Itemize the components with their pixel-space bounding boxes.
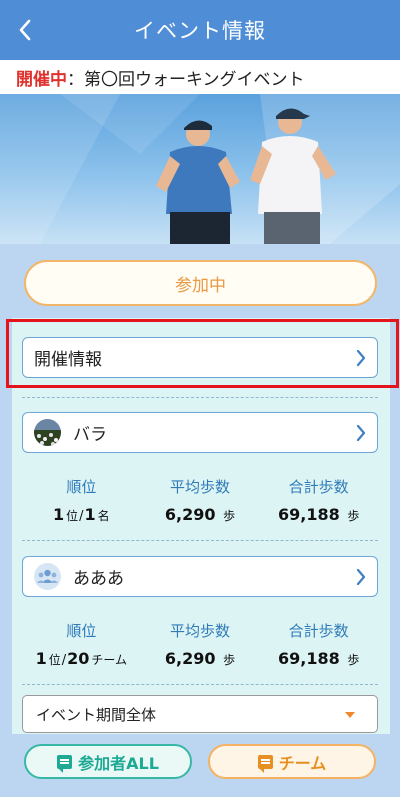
total-steps-value: 69,188 — [278, 505, 340, 524]
participants-all-button[interactable]: 参加者ALL — [24, 744, 192, 779]
rank-separator: / — [61, 653, 67, 668]
rank-total-unit: 名 — [97, 509, 110, 523]
rank-unit: 位 — [48, 653, 61, 667]
personal-total-steps: 合計歩数 69,188 歩 — [259, 476, 378, 524]
chat-icon — [257, 754, 273, 773]
rank-total: 1 — [84, 505, 96, 524]
app-header: イベント情報 — [0, 0, 400, 60]
personal-stats: 順位 1 位/1 名 平均歩数 6,290 歩 合計歩数 69,188 歩 — [22, 476, 378, 524]
total-steps-label: 合計歩数 — [288, 622, 349, 640]
steps-unit: 歩 — [223, 509, 236, 523]
team-button-label: チーム — [278, 753, 327, 773]
back-button[interactable] — [10, 12, 40, 48]
divider — [22, 540, 378, 541]
average-steps-value: 6,290 — [164, 649, 216, 668]
chevron-left-icon — [19, 19, 31, 41]
team-ranking-button[interactable]: あああ — [22, 556, 378, 597]
selection-highlight — [6, 319, 399, 388]
personal-rank: 順位 1 位/1 名 — [22, 476, 141, 524]
team-button[interactable]: チーム — [208, 744, 376, 779]
personal-average-steps: 平均歩数 6,290 歩 — [141, 476, 260, 524]
team-total-steps: 合計歩数 69,188 歩 — [259, 620, 378, 668]
team-rank: 順位 1 位/20 チーム — [22, 620, 141, 668]
join-status-button[interactable]: 参加中 — [24, 260, 377, 306]
event-hero-image — [0, 94, 400, 244]
event-title-bar: 開催中 ： 第〇回ウォーキングイベント — [0, 60, 400, 94]
steps-unit: 歩 — [347, 509, 360, 523]
chevron-right-icon — [356, 568, 366, 586]
participants-all-label: 参加者ALL — [78, 753, 159, 773]
chevron-right-icon — [356, 424, 366, 442]
flower-field-avatar — [34, 419, 61, 446]
bottom-bar: 参加者ALL チーム — [0, 734, 400, 797]
steps-unit: 歩 — [347, 653, 360, 667]
rank-label: 順位 — [66, 622, 97, 640]
team-stats: 順位 1 位/20 チーム 平均歩数 6,290 歩 合計歩数 69,188 歩 — [22, 620, 378, 668]
total-steps-label: 合計歩数 — [288, 478, 349, 496]
divider — [22, 684, 378, 685]
period-select[interactable]: イベント期間全体 — [22, 695, 378, 733]
rank-label: 順位 — [66, 478, 97, 496]
divider — [22, 397, 378, 398]
rank-separator: / — [79, 509, 84, 524]
rank-value: 1 — [52, 505, 65, 524]
average-steps-label: 平均歩数 — [170, 622, 231, 640]
chat-icon — [57, 754, 73, 773]
personal-name: バラ — [73, 425, 107, 445]
team-average-steps: 平均歩数 6,290 歩 — [141, 620, 260, 668]
rank-unit: 位 — [66, 509, 79, 523]
average-steps-label: 平均歩数 — [170, 478, 231, 496]
rank-total-unit: チーム — [91, 653, 128, 667]
runner-left — [156, 120, 240, 244]
average-steps-value: 6,290 — [164, 505, 216, 524]
rank-value: 1 — [35, 649, 47, 668]
event-status: 開催中 — [16, 69, 67, 90]
event-name: 第〇回ウォーキングイベント — [84, 69, 305, 90]
page-title: イベント情報 — [134, 19, 266, 43]
team-name: あああ — [73, 569, 124, 589]
event-separator: ： — [67, 69, 84, 90]
personal-ranking-button[interactable]: バラ — [22, 412, 378, 453]
event-content: 参加中 開催情報 バラ 順位 1 位/1 名 平均歩数 6,290 歩 合計歩数… — [0, 244, 400, 797]
steps-unit: 歩 — [223, 653, 236, 667]
rank-total: 20 — [67, 649, 90, 668]
total-steps-value: 69,188 — [278, 649, 340, 668]
caret-down-icon — [345, 712, 355, 718]
period-select-value: イベント期間全体 — [36, 705, 157, 724]
group-icon — [34, 563, 61, 590]
